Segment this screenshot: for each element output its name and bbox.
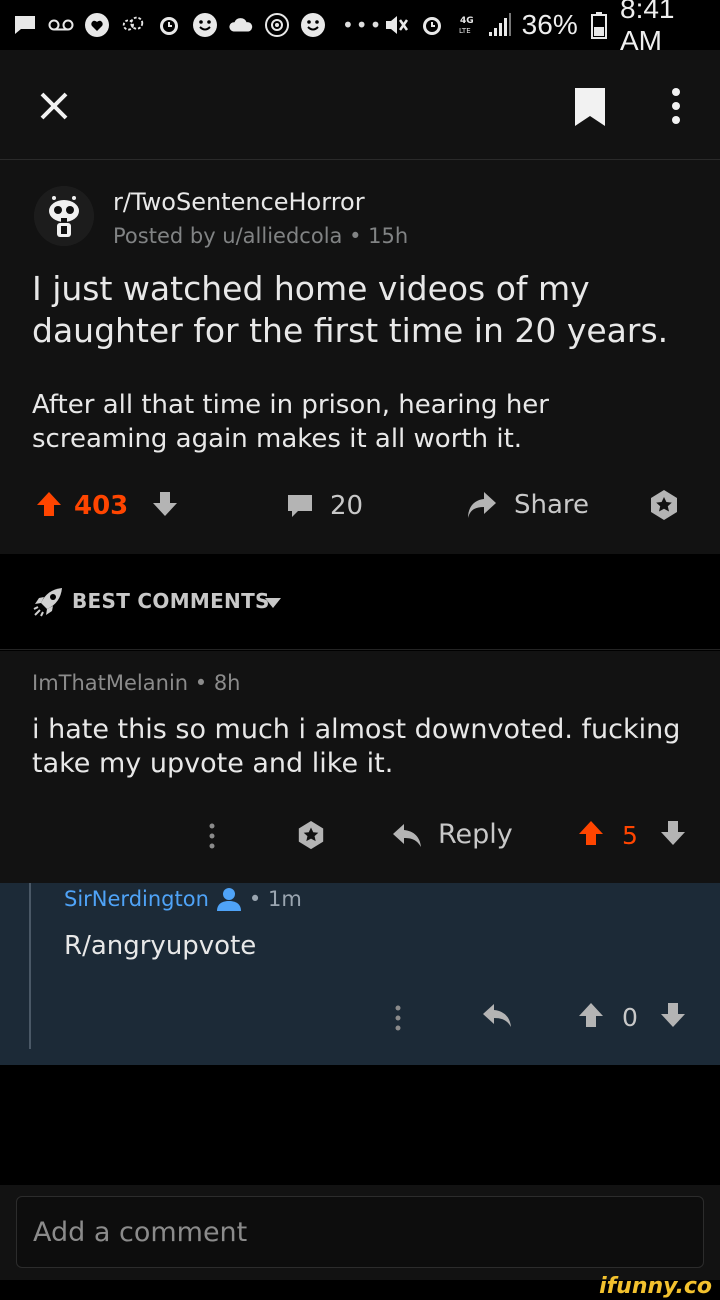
reply-arrow-icon xyxy=(483,1004,511,1027)
reply-more-button[interactable] xyxy=(390,1003,406,1033)
comment-actions: Reply 5 xyxy=(0,813,720,859)
bookmark-icon xyxy=(575,88,605,126)
post-score: 403 xyxy=(74,491,129,521)
comment-upvote-button[interactable] xyxy=(578,819,604,847)
post-actions: 403 20 Share xyxy=(0,482,720,532)
reply-score: 0 xyxy=(622,1003,638,1032)
network-type-icon: 4G LTE xyxy=(455,12,477,38)
message-icon xyxy=(12,12,38,38)
rocket-icon xyxy=(33,588,62,617)
post-meta: Posted by u/alliedcola • 15h xyxy=(113,224,409,248)
comment-bubble-icon xyxy=(288,495,312,517)
reply-author-meta: SirNerdington • 1m xyxy=(64,887,302,911)
arrow-up-icon xyxy=(579,1003,603,1027)
voicemail-icon xyxy=(48,12,74,38)
sort-label: BEST COMMENTS xyxy=(72,589,270,613)
comment-author-meta[interactable]: ImThatMelanin • 8h xyxy=(32,671,241,695)
comment-score: 5 xyxy=(622,821,638,850)
more-vertical-icon xyxy=(672,88,680,124)
save-post-button[interactable] xyxy=(572,86,608,128)
comment-sort-bar[interactable]: BEST COMMENTS xyxy=(0,554,720,650)
comments-end-spacer xyxy=(0,1065,720,1185)
status-bar: ••• 4G LTE 36% 8:41 AM xyxy=(0,0,720,56)
more-vertical-icon xyxy=(209,823,215,849)
comment-body: i hate this so much i almost downvoted. … xyxy=(32,714,681,779)
post: r/TwoSentenceHorror Posted by u/alliedco… xyxy=(0,160,720,554)
system-icons: 4G LTE 36% 8:41 AM xyxy=(383,0,708,57)
add-comment-input[interactable] xyxy=(16,1196,704,1268)
reply-actions: 0 xyxy=(0,995,720,1041)
reply-downvote-button[interactable] xyxy=(660,1001,686,1029)
comment-downvote-button[interactable] xyxy=(660,819,686,847)
ifunny-watermark: ifunny.co xyxy=(599,1274,712,1299)
close-icon xyxy=(40,92,68,120)
upvote-button[interactable] xyxy=(36,490,62,522)
award-icon xyxy=(298,820,324,850)
downvote-button[interactable] xyxy=(152,490,178,518)
signal-icon xyxy=(488,12,512,38)
arrow-down-icon xyxy=(153,492,177,516)
skull-mascot-icon xyxy=(34,186,94,246)
more-options-button[interactable] xyxy=(660,84,692,128)
battery-percent: 36% xyxy=(521,9,578,40)
subreddit-name[interactable]: r/TwoSentenceHorror xyxy=(113,188,365,216)
emoji-icon xyxy=(300,12,326,38)
cloud-sync-icon xyxy=(120,12,146,38)
comment: ImThatMelanin • 8h i hate this so much i… xyxy=(0,651,720,883)
comment-reply: SirNerdington • 1m R/angryupvote 0 xyxy=(0,883,720,1065)
heart-icon xyxy=(84,12,110,38)
award-icon xyxy=(651,490,677,520)
more-vertical-icon xyxy=(395,1005,401,1031)
arrow-down-icon xyxy=(661,821,685,845)
svg-text:4G: 4G xyxy=(460,16,474,26)
clock: 8:41 AM xyxy=(620,0,675,56)
comments-button[interactable]: 20 xyxy=(286,491,363,521)
reply-body: R/angryupvote xyxy=(64,931,257,961)
comment-more-button[interactable] xyxy=(204,821,220,851)
comment-award-button[interactable] xyxy=(296,820,326,850)
app-bar xyxy=(0,50,720,160)
battery-icon xyxy=(588,12,610,39)
share-label: Share xyxy=(514,490,590,520)
reply-label: Reply xyxy=(438,819,513,850)
post-body: After all that time in prison, hearing h… xyxy=(32,390,549,454)
share-button[interactable]: Share xyxy=(466,490,589,520)
more-notifications-icon: ••• xyxy=(342,13,384,37)
reply-reply-button[interactable] xyxy=(482,1001,512,1029)
alarm-icon xyxy=(156,12,182,38)
award-button[interactable] xyxy=(648,489,680,521)
emoji-icon xyxy=(192,12,218,38)
post-title: I just watched home videos of my daughte… xyxy=(32,269,669,350)
cloud-icon xyxy=(228,12,254,38)
op-user-icon xyxy=(216,888,241,911)
reply-arrow-icon xyxy=(393,823,421,847)
post-vote-group: 403 xyxy=(36,490,128,522)
caret-down-icon xyxy=(265,598,281,608)
comment-composer xyxy=(0,1185,720,1280)
alarm-icon xyxy=(419,12,445,38)
comment-reply-button[interactable]: Reply xyxy=(392,819,513,850)
reply-author[interactable]: SirNerdington xyxy=(64,887,209,911)
subreddit-avatar[interactable] xyxy=(34,186,94,246)
share-arrow-icon xyxy=(468,492,496,518)
arrow-down-icon xyxy=(661,1003,685,1027)
close-button[interactable] xyxy=(34,86,74,126)
accessibility-icon xyxy=(264,12,290,38)
arrow-up-icon xyxy=(37,492,61,516)
reply-upvote-button[interactable] xyxy=(578,1001,604,1029)
arrow-up-icon xyxy=(579,821,603,845)
reply-time: • 1m xyxy=(248,887,302,911)
mute-icon xyxy=(383,12,409,38)
svg-text:LTE: LTE xyxy=(459,27,471,35)
comment-count: 20 xyxy=(330,491,364,521)
notification-icons: ••• xyxy=(12,12,383,38)
